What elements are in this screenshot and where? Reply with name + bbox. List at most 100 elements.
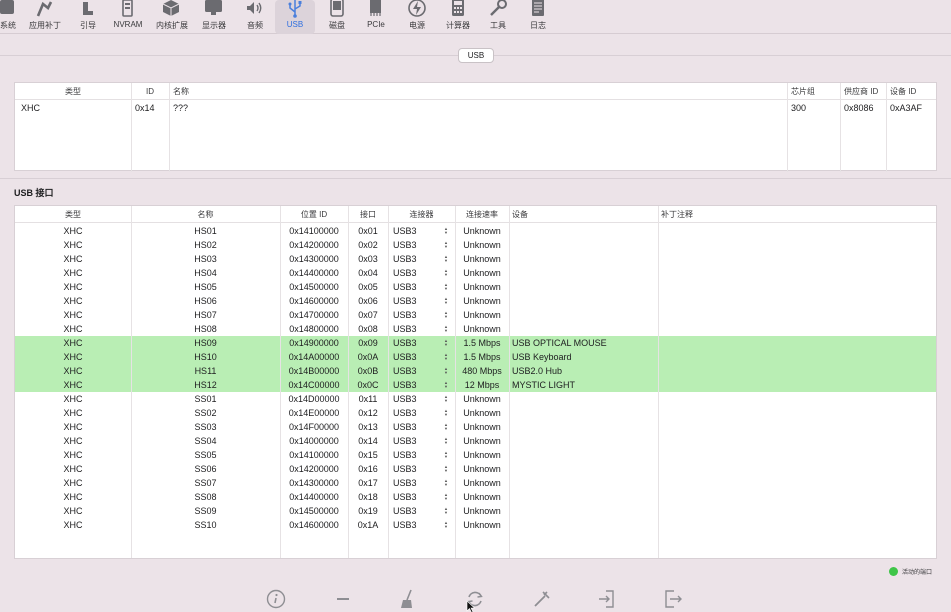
cell-speed: Unknown [463, 254, 501, 264]
select-arrows-icon: ▲ ▼ [444, 366, 448, 375]
column-header[interactable]: 芯片组 [791, 83, 840, 100]
ports-section-title: USB 接口 [14, 188, 54, 198]
column-header[interactable]: 设备 ID [890, 83, 938, 100]
toolbar-item-nvram[interactable]: NVRAM [108, 0, 148, 34]
power-icon-wrap [397, 0, 437, 18]
toolbar-item-power[interactable]: 电源 [397, 0, 437, 34]
display-icon [205, 0, 222, 15]
column-header[interactable]: 补丁注释 [661, 206, 941, 223]
table-row[interactable]: XHC SS06 0x14200000 0x16 USB3 ▲ ▼ Unknown [15, 462, 936, 476]
connector-select[interactable]: USB3 [393, 490, 417, 504]
table-row[interactable]: XHC SS09 0x14500000 0x19 USB3 ▲ ▼ Unknown [15, 504, 936, 518]
cell-chipset: 300 [791, 103, 807, 113]
column-header[interactable]: ID [131, 83, 169, 100]
table-row[interactable]: XHC HS01 0x14100000 0x01 USB3 ▲ ▼ Unknown [15, 224, 936, 238]
info-button[interactable] [265, 588, 287, 610]
cell-name: ??? [173, 103, 189, 113]
connector-select[interactable]: USB3 [393, 378, 417, 392]
connector-select[interactable]: USB3 [393, 462, 417, 476]
column-header[interactable]: 连接器 [388, 206, 455, 223]
table-row[interactable]: XHC HS10 0x14A00000 0x0A USB3 ▲ ▼ 1.5 Mbps USB K… [15, 350, 936, 364]
connector-select[interactable]: USB3 [393, 294, 417, 308]
table-row[interactable]: XHC HS07 0x14700000 0x07 USB3 ▲ ▼ Unknown [15, 308, 936, 322]
connector-select[interactable]: USB3 [393, 434, 417, 448]
column-header[interactable]: 名称 [173, 83, 787, 100]
cell-type: XHC [63, 366, 83, 376]
column-header[interactable]: 设备 [512, 206, 661, 223]
table-row[interactable]: XHC HS05 0x14500000 0x05 USB3 ▲ ▼ Unknown [15, 280, 936, 294]
export-button[interactable] [662, 588, 684, 610]
column-header[interactable]: 接口 [348, 206, 388, 223]
table-row[interactable]: XHC HS03 0x14300000 0x03 USB3 ▲ ▼ Unknown [15, 252, 936, 266]
connector-select[interactable]: USB3 [393, 476, 417, 490]
cell-device: USB Keyboard [512, 352, 572, 362]
table-row[interactable]: XHC HS04 0x14400000 0x04 USB3 ▲ ▼ Unknown [15, 266, 936, 280]
cell-speed: 480 Mbps [462, 366, 502, 376]
remove-icon [337, 598, 349, 600]
toolbar-item-usb[interactable]: USB [275, 0, 315, 34]
connector-select[interactable]: USB3 [393, 504, 417, 518]
section-divider [0, 178, 951, 179]
toolbar-item-pcie[interactable]: PCIe [356, 0, 396, 34]
connector-select[interactable]: USB3 [393, 224, 417, 238]
column-header[interactable]: 连接速率 [455, 206, 509, 223]
column-header[interactable]: 名称 [131, 206, 280, 223]
system-icon [0, 0, 14, 14]
connector-select[interactable]: USB3 [393, 336, 417, 350]
nvram-icon-wrap [108, 0, 148, 18]
cell-type: XHC [63, 422, 83, 432]
connector-select[interactable]: USB3 [393, 406, 417, 420]
table-row[interactable]: XHC SS04 0x14000000 0x14 USB3 ▲ ▼ Unknown [15, 434, 936, 448]
connector-select[interactable]: USB3 [393, 420, 417, 434]
connector-select[interactable]: USB3 [393, 448, 417, 462]
controllers-table[interactable]: 类型 ID 名称 芯片组 供应商 ID 设备 ID XHC 0x14??? 300 0x8086 0… [14, 82, 938, 172]
cell-port: 0x12 [358, 408, 378, 418]
table-row[interactable]: XHC HS06 0x14600000 0x06 USB3 ▲ ▼ Unknown [15, 294, 936, 308]
column-header[interactable]: 位置 ID [280, 206, 348, 223]
table-row[interactable]: XHC SS03 0x14F00000 0x13 USB3 ▲ ▼ Unknown [15, 420, 936, 434]
table-row[interactable]: XHC SS07 0x14300000 0x17 USB3 ▲ ▼ Unknown [15, 476, 936, 490]
table-row[interactable]: XHC HS02 0x14200000 0x02 USB3 ▲ ▼ Unknown [15, 238, 936, 252]
connector-select[interactable]: USB3 [393, 238, 417, 252]
inject-button[interactable] [531, 588, 553, 610]
connector-select[interactable]: USB3 [393, 350, 417, 364]
cell-port: 0x16 [358, 464, 378, 474]
connector-select[interactable]: USB3 [393, 280, 417, 294]
toolbar-item-display[interactable]: 显示器 [194, 0, 234, 34]
legend: 活动的端口 [889, 566, 932, 576]
table-row[interactable]: XHC HS12 0x14C00000 0x0C USB3 ▲ ▼ 12 Mbps MYSTIC… [15, 378, 936, 392]
cell-speed: Unknown [463, 422, 501, 432]
table-row[interactable]: XHC HS08 0x14800000 0x08 USB3 ▲ ▼ Unknown [15, 322, 936, 336]
select-arrows-icon: ▲ ▼ [444, 478, 448, 487]
table-row[interactable]: XHC HS11 0x14B00000 0x0B USB3 ▲ ▼ 480 Mbps USB2.… [15, 364, 936, 378]
column-divider [169, 83, 170, 172]
log-icon-wrap [518, 0, 558, 18]
cell-type: XHC [63, 338, 83, 348]
toolbar-item-kext[interactable]: 内核扩展 [152, 0, 192, 34]
column-header[interactable]: 类型 [15, 206, 131, 223]
column-header[interactable]: 供应商 ID [844, 83, 886, 100]
connector-select[interactable]: USB3 [393, 518, 417, 532]
table-row[interactable]: XHC HS09 0x14900000 0x09 USB3 ▲ ▼ 1.5 Mbps USB O… [15, 336, 936, 350]
ports-table[interactable]: 类型 名称 位置 ID 接口 连接器 连接速率 设备 补丁注释 XHC HS01 0x1410000… [14, 205, 937, 559]
toolbar-item-log[interactable]: 日志 [518, 0, 558, 34]
remove-button[interactable] [332, 588, 354, 610]
cell-name: HS04 [194, 268, 217, 278]
table-row[interactable]: XHC SS01 0x14D00000 0x11 USB3 ▲ ▼ Unknown [15, 392, 936, 406]
import-button[interactable] [596, 588, 618, 610]
connector-select[interactable]: USB3 [393, 252, 417, 266]
table-row[interactable]: XHC SS10 0x14600000 0x1A USB3 ▲ ▼ Unknown [15, 518, 936, 532]
table-row[interactable]: XHC 0x14??? 300 0x8086 0xA3AF [15, 101, 936, 115]
toolbar-item-patch[interactable]: 应用补丁 [25, 0, 65, 34]
connector-select[interactable]: USB3 [393, 308, 417, 322]
connector-select[interactable]: USB3 [393, 364, 417, 378]
table-row[interactable]: XHC SS05 0x14100000 0x15 USB3 ▲ ▼ Unknown [15, 448, 936, 462]
connector-select[interactable]: USB3 [393, 392, 417, 406]
table-row[interactable]: XHC SS08 0x14400000 0x18 USB3 ▲ ▼ Unknown [15, 490, 936, 504]
connector-select[interactable]: USB3 [393, 322, 417, 336]
clean-button[interactable] [397, 588, 419, 610]
column-header[interactable]: 类型 [15, 83, 131, 100]
cell-location: 0x14400000 [289, 268, 339, 278]
connector-select[interactable]: USB3 [393, 266, 417, 280]
table-row[interactable]: XHC SS02 0x14E00000 0x12 USB3 ▲ ▼ Unknown [15, 406, 936, 420]
